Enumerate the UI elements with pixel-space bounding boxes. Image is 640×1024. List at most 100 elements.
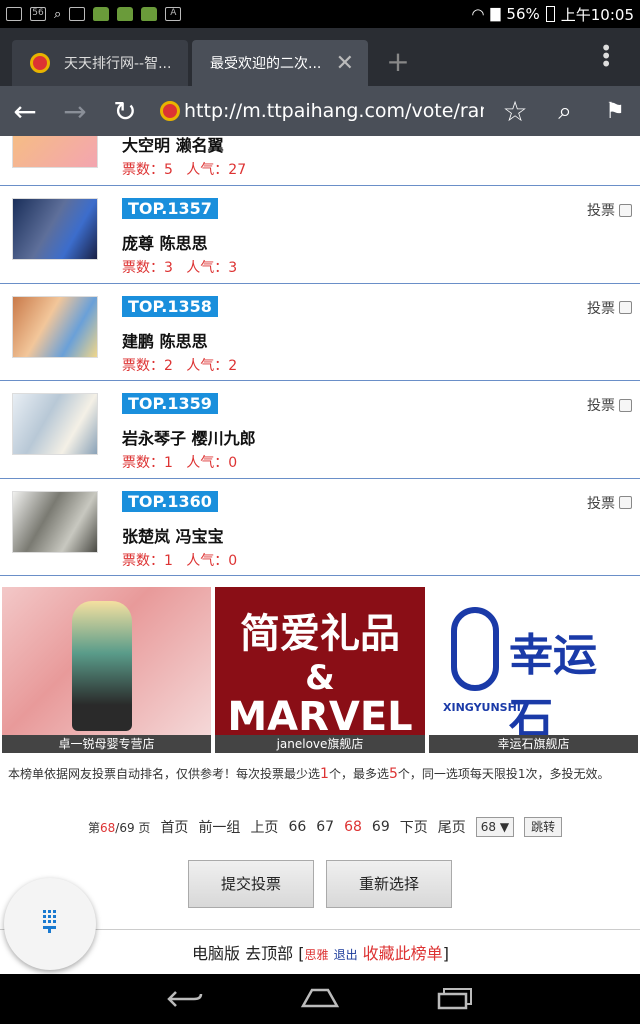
list-item: TOP.1359 岩永琴子 樱川九郎 票数：1 人气：0 投票 [0, 381, 640, 479]
item-stats: 票数：2 人气：2 [122, 357, 238, 374]
system-nav-bar [0, 974, 640, 1024]
item-stats: 票数：1 人气：0 [122, 552, 238, 569]
anime-thumbnail[interactable] [12, 393, 98, 455]
submit-vote-button[interactable]: 提交投票 [188, 860, 314, 908]
wifi-icon: ◠ [471, 5, 485, 23]
address-bar: ← → ↻ http://m.ttpaihang.com/vote/rank ☆… [0, 86, 640, 136]
rank-badge: TOP.1357 [122, 198, 218, 219]
username-link[interactable]: 思雅 [304, 948, 328, 962]
tab-title: 天天排行网--智... [64, 56, 172, 72]
rank-badge: TOP.1358 [122, 295, 218, 317]
footer: 电脑版 去顶部 [思雅 退出 收藏此榜单] [192, 944, 449, 963]
page-content: 大空明 濑名翼 票数：5 人气：27 TOP.1357 庞尊 陈思思 票数：3 … [0, 136, 640, 974]
reload-icon[interactable]: ↻ [100, 95, 150, 128]
item-names: 大空明 濑名翼 [122, 136, 224, 155]
forward-arrow-icon[interactable]: → [50, 95, 100, 128]
rules-notice: 本榜单依据网友投票自动排名，仅供参考！每次投票最少选1个，最多选5个，同一选项每… [8, 766, 610, 782]
overflow-menu-icon[interactable]: • • • [600, 38, 612, 74]
android-icon [117, 7, 134, 21]
reset-button[interactable]: 重新选择 [326, 860, 452, 908]
page-current-68: 68 [344, 819, 362, 835]
ad-text: 简爱礼品 [240, 611, 400, 657]
recents-nav-icon[interactable] [436, 986, 474, 1010]
page-link-67[interactable]: 67 [316, 819, 334, 835]
ad-text: MARVEL [227, 694, 413, 740]
divider [0, 929, 640, 930]
ad-text: & [305, 658, 335, 698]
signal-icon: ▇ [490, 6, 501, 22]
page-select[interactable]: 68 ▼ [475, 817, 515, 837]
list-item: TOP.1360 张楚岚 冯宝宝 票数：1 人气：0 投票 [0, 479, 640, 576]
back-to-top-link[interactable]: 去顶部 [245, 944, 293, 963]
item-stats: 票数：3 人气：3 [122, 260, 238, 276]
next-page-link[interactable]: 下页 [400, 817, 428, 837]
image-icon [69, 7, 86, 21]
clover-logo-icon [451, 607, 499, 691]
bookmarks-icon[interactable]: ⚑ [590, 99, 640, 124]
anime-thumbnail[interactable] [12, 295, 98, 358]
item-names[interactable]: 张楚岚 冯宝宝 [122, 523, 224, 547]
site-favicon-icon [30, 53, 50, 73]
ad-text: XINGYUNSHI [443, 701, 521, 714]
tab-current[interactable]: 最受欢迎的二次... ✕ [192, 40, 368, 86]
url-field[interactable]: http://m.ttpaihang.com/vote/rank [184, 100, 484, 122]
item-names[interactable]: 岩永琴子 樱川九郎 [122, 425, 256, 449]
anime-thumbnail [12, 136, 98, 168]
site-favicon-icon [160, 101, 180, 121]
ad-banner[interactable]: 幸运石 XINGYUNSHI 幸运石旗舰店 [429, 587, 638, 753]
floating-keyboard-button[interactable] [4, 878, 96, 970]
tab-bar: 天天排行网--智... 最受欢迎的二次... ✕ + • • • [0, 28, 640, 86]
close-tab-icon[interactable]: ✕ [336, 51, 354, 76]
vote-checkbox[interactable]: 投票 [587, 493, 632, 513]
pagination: 第68/69 页 首页 前一组 上页 66 67 68 69 下页 尾页 68 … [88, 817, 563, 837]
android-icon [93, 7, 110, 21]
list-item: TOP.1358 建鹏 陈思思 票数：2 人气：2 投票 [0, 284, 640, 381]
desktop-version-link[interactable]: 电脑版 [192, 944, 240, 963]
ad-banner[interactable]: 卓一锐母婴专营店 [2, 587, 211, 753]
item-stats: 票数：5 人气：27 [122, 162, 247, 178]
ad-banner[interactable]: 简爱礼品 & MARVEL janelove旗舰店 [215, 587, 425, 753]
battery-icon [545, 6, 555, 22]
sim-icon: 56 [30, 7, 46, 21]
bookmark-list-link[interactable]: 收藏此榜单 [363, 944, 443, 963]
tab-title: 最受欢迎的二次... [210, 56, 322, 72]
figure-image [72, 601, 132, 731]
notification-icon [6, 7, 22, 21]
logout-link[interactable]: 退出 [334, 948, 358, 962]
item-stats: 票数：1 人气：0 [122, 455, 238, 471]
bookmark-star-icon[interactable]: ☆ [490, 95, 540, 128]
font-icon: A [165, 7, 182, 21]
anime-thumbnail[interactable] [12, 490, 98, 553]
prev-page-link[interactable]: 上页 [250, 817, 278, 837]
new-tab-button[interactable]: + [378, 44, 418, 82]
ad-caption: 卓一锐母婴专营店 [2, 735, 211, 753]
ad-strip: 卓一锐母婴专营店 简爱礼品 & MARVEL janelove旗舰店 幸运石 X… [0, 587, 640, 753]
ad-caption: janelove旗舰店 [215, 735, 425, 753]
list-item: 大空明 濑名翼 票数：5 人气：27 [0, 136, 640, 186]
jump-button[interactable]: 跳转 [524, 817, 563, 837]
status-bar: 56 ⌕ A ◠ ▇ 56% 上午10:05 [0, 0, 640, 28]
item-names[interactable]: 庞尊 陈思思 [122, 230, 208, 254]
prev-group-link[interactable]: 前一组 [198, 817, 240, 837]
clock: 上午10:05 [560, 5, 634, 24]
search-icon[interactable]: ⌕ [540, 97, 590, 125]
vote-checkbox[interactable]: 投票 [587, 298, 632, 318]
page-link-69[interactable]: 69 [372, 819, 390, 835]
rank-badge: TOP.1359 [122, 393, 218, 414]
tab-ttpaihang[interactable]: 天天排行网--智... [12, 40, 188, 86]
android-icon [141, 7, 158, 21]
item-names[interactable]: 建鹏 陈思思 [122, 328, 208, 352]
vote-checkbox[interactable]: 投票 [587, 395, 632, 415]
ad-text: 幸运石 [509, 630, 597, 745]
first-page-link[interactable]: 首页 [160, 817, 188, 837]
search-icon: ⌕ [54, 6, 62, 22]
back-nav-icon[interactable] [166, 988, 204, 1010]
last-page-link[interactable]: 尾页 [438, 817, 466, 837]
page-link-66[interactable]: 66 [288, 819, 306, 835]
back-arrow-icon[interactable]: ← [0, 95, 50, 128]
keypad-icon [43, 910, 56, 933]
anime-thumbnail[interactable] [12, 198, 98, 260]
home-nav-icon[interactable] [300, 986, 340, 1010]
ad-caption: 幸运石旗舰店 [429, 735, 638, 753]
vote-checkbox[interactable]: 投票 [587, 200, 632, 220]
